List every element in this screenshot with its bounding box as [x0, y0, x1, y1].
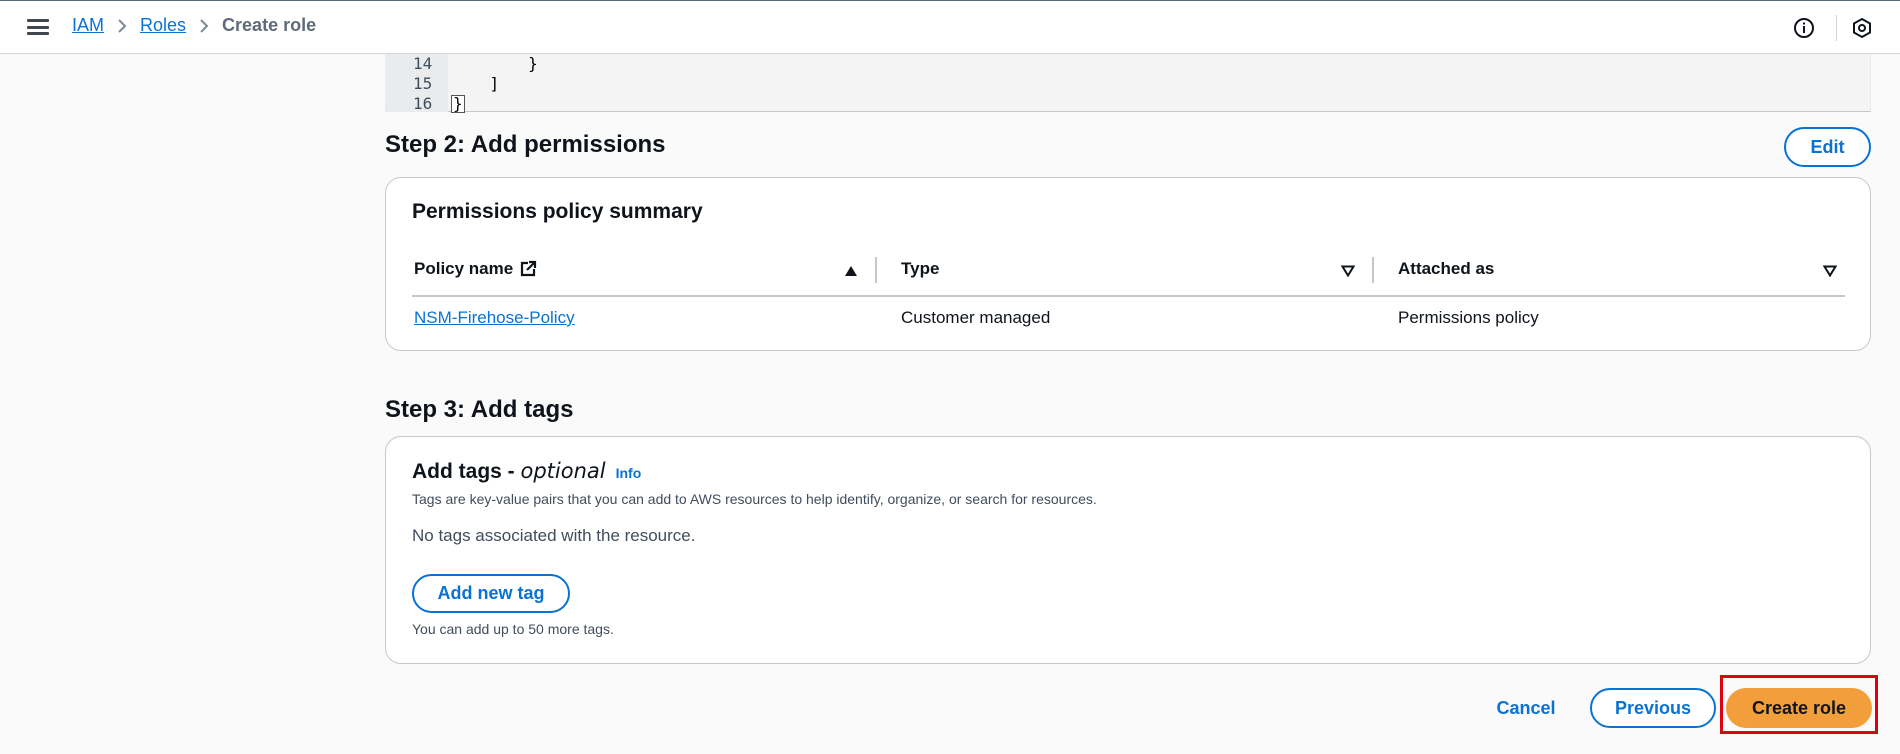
add-new-tag-button[interactable]: Add new tag	[412, 574, 570, 613]
add-tags-card: Add tags - optional Info Tags are key-va…	[385, 436, 1871, 664]
column-resizer[interactable]	[1372, 257, 1374, 283]
breadcrumb-roles[interactable]: Roles	[140, 15, 186, 36]
divider	[1836, 15, 1837, 41]
settings-icon[interactable]	[1850, 16, 1874, 40]
breadcrumb-iam[interactable]: IAM	[72, 15, 104, 36]
table-header-divider	[412, 295, 1845, 297]
step2-title: Step 2: Add permissions	[385, 131, 666, 158]
column-header-attached-as[interactable]: Attached as	[1398, 259, 1494, 279]
tags-description: Tags are key-value pairs that you can ad…	[412, 491, 1097, 507]
breadcrumb: IAM Roles Create role	[72, 15, 316, 36]
column-header-type[interactable]: Type	[901, 259, 939, 279]
sort-icon[interactable]	[1823, 265, 1837, 277]
code-line: 15 ]	[386, 74, 1870, 94]
optional-label: optional	[520, 459, 606, 483]
line-number: 16	[413, 94, 433, 113]
cursor-bracket: }	[451, 94, 465, 113]
attached-as-cell: Permissions policy	[1398, 308, 1539, 327]
code-text: }	[451, 94, 465, 113]
info-icon[interactable]	[1792, 16, 1816, 40]
menu-icon[interactable]	[27, 17, 49, 37]
policy-type-cell: Customer managed	[901, 308, 1051, 327]
cancel-button[interactable]: Cancel	[1486, 688, 1566, 728]
previous-button[interactable]: Previous	[1590, 688, 1716, 728]
permissions-summary-card: Permissions policy summary Policy name T…	[385, 177, 1871, 351]
info-link[interactable]: Info	[616, 465, 642, 481]
line-number: 15	[413, 74, 433, 93]
policy-name-link[interactable]: NSM-Firehose-Policy	[414, 308, 575, 328]
column-label: Policy name	[414, 259, 514, 278]
top-navigation: IAM Roles Create role	[0, 0, 1900, 54]
sort-icon[interactable]	[1341, 265, 1355, 277]
code-text: }	[451, 54, 538, 73]
column-header-policy-name[interactable]: Policy name	[414, 259, 537, 279]
code-text: ]	[451, 74, 500, 93]
chevron-right-icon	[199, 18, 209, 34]
column-resizer[interactable]	[875, 257, 877, 283]
create-role-button[interactable]: Create role	[1726, 688, 1872, 728]
add-tags-title: Add tags -	[412, 460, 521, 483]
add-tags-heading: Add tags - optional Info	[412, 459, 641, 484]
edit-button[interactable]: Edit	[1784, 127, 1871, 167]
line-number: 14	[413, 54, 433, 73]
chevron-right-icon	[117, 18, 127, 34]
code-line: 14 }	[386, 54, 1870, 74]
step3-title: Step 3: Add tags	[385, 396, 574, 423]
permissions-summary-title: Permissions policy summary	[412, 200, 703, 223]
code-line: 16 }	[386, 94, 1870, 114]
breadcrumb-current: Create role	[222, 15, 317, 35]
trust-policy-code-block: 14 } 15 ] 16 }	[385, 54, 1871, 114]
tag-limit-text: You can add up to 50 more tags.	[412, 621, 614, 637]
no-tags-text: No tags associated with the resource.	[412, 526, 696, 545]
sort-ascending-icon[interactable]	[844, 265, 858, 277]
external-link-icon	[519, 260, 537, 278]
